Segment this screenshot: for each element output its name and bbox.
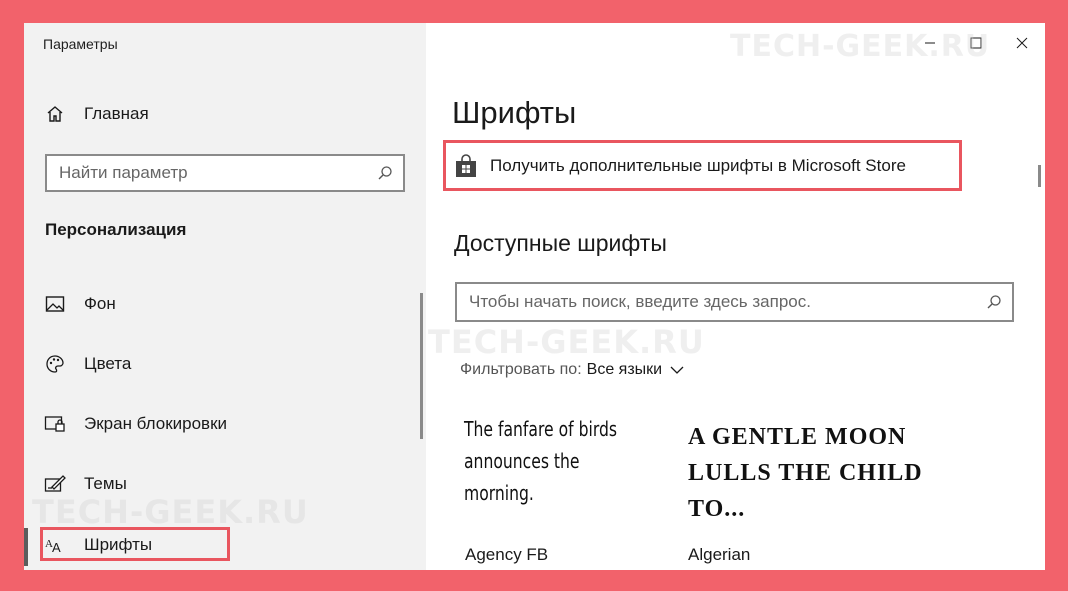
sidebar-item-themes[interactable]: Темы xyxy=(24,464,426,504)
language-filter-dropdown[interactable]: Все языки xyxy=(587,361,684,379)
settings-window: Параметры Главная Персонализация Фон Цве… xyxy=(24,23,1045,570)
sidebar: Параметры Главная Персонализация Фон Цве… xyxy=(24,23,426,570)
maximize-button[interactable] xyxy=(953,23,999,63)
page-title: Шрифты xyxy=(452,95,577,130)
available-fonts-heading: Доступные шрифты xyxy=(454,230,667,256)
main-content: Шрифты Получить дополнительные шрифты в … xyxy=(426,23,1045,570)
sidebar-item-lock-screen[interactable]: Экран блокировки xyxy=(24,404,426,444)
sidebar-item-label: Экран блокировки xyxy=(84,414,228,433)
sidebar-item-label: Темы xyxy=(84,474,127,493)
close-icon xyxy=(1016,37,1028,49)
filter-value: Все языки xyxy=(586,361,663,378)
filter-row: Фильтровать по: Все языки xyxy=(460,361,684,379)
sidebar-scrollbar[interactable] xyxy=(420,293,423,439)
minimize-icon xyxy=(925,42,935,44)
sidebar-item-home[interactable]: Главная xyxy=(24,94,426,134)
font-preview-algerian[interactable]: A GENTLE MOON LULLS THE CHILD TO... xyxy=(688,419,948,527)
minimize-button[interactable] xyxy=(907,23,953,63)
section-heading-personalization: Персонализация xyxy=(45,220,187,239)
lock-screen-icon xyxy=(44,413,66,435)
sidebar-item-label: Шрифты xyxy=(84,535,153,554)
fonts-icon: AA xyxy=(44,534,66,556)
font-search-box[interactable] xyxy=(455,282,1014,322)
themes-icon xyxy=(44,473,66,495)
main-scrollbar[interactable] xyxy=(1038,165,1041,187)
sidebar-item-label: Цвета xyxy=(84,354,132,373)
sidebar-item-fonts[interactable]: AA Шрифты xyxy=(24,525,426,565)
search-icon[interactable] xyxy=(377,165,393,181)
home-icon xyxy=(44,103,66,125)
microsoft-store-link[interactable]: Получить дополнительные шрифты в Microso… xyxy=(454,151,906,181)
store-link-label: Получить дополнительные шрифты в Microso… xyxy=(490,156,906,175)
store-bag-icon xyxy=(456,154,476,177)
font-name-agency-fb[interactable]: Agency FB xyxy=(465,545,548,565)
font-preview-agency-fb[interactable]: The fanfare of birds announces the morni… xyxy=(464,413,651,509)
app-title: Параметры xyxy=(43,36,118,52)
palette-icon xyxy=(44,353,66,375)
filter-label: Фильтровать по: xyxy=(460,361,582,378)
settings-search-box[interactable] xyxy=(45,154,405,192)
maximize-icon xyxy=(970,37,982,49)
selected-item-indicator xyxy=(24,528,28,566)
chevron-down-icon xyxy=(670,366,684,374)
sidebar-item-label: Фон xyxy=(84,294,116,313)
sidebar-item-label: Главная xyxy=(84,104,149,123)
sidebar-item-colors[interactable]: Цвета xyxy=(24,344,426,384)
font-search-input[interactable] xyxy=(457,284,1012,320)
svg-text:A: A xyxy=(52,540,61,554)
close-button[interactable] xyxy=(999,23,1045,63)
sidebar-item-background[interactable]: Фон xyxy=(24,284,426,324)
font-name-algerian[interactable]: Algerian xyxy=(688,545,750,565)
window-controls xyxy=(907,23,1045,63)
image-icon xyxy=(44,293,66,315)
settings-search-input[interactable] xyxy=(47,156,403,190)
search-icon[interactable] xyxy=(986,294,1002,310)
